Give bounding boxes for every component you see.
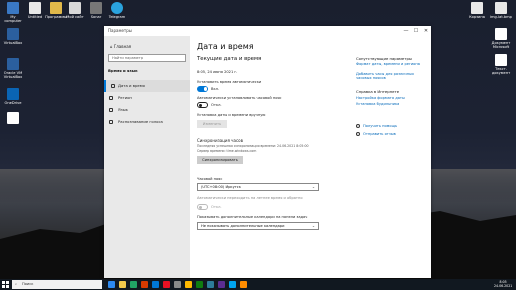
taskbar-app-icon[interactable]	[196, 281, 203, 288]
microphone-icon	[109, 120, 113, 124]
desktop-icon[interactable]: Oracle VM VirtualBox	[2, 58, 24, 79]
send-feedback-link[interactable]: Отправить отзыв	[363, 132, 396, 136]
auto-time-toggle[interactable]	[197, 86, 208, 92]
calendar-select[interactable]: Не показывать дополнительные календари ⌄	[197, 222, 319, 230]
minimize-button[interactable]: —	[401, 26, 411, 36]
desktop-icon[interactable]: Корзина	[466, 2, 488, 19]
dst-state: Откл.	[211, 205, 222, 209]
file-icon	[7, 112, 19, 124]
search-icon: ⌕	[15, 282, 18, 286]
taskbar-app-icon[interactable]	[108, 281, 115, 288]
auto-timezone-state: Откл.	[211, 103, 222, 107]
help-icon	[356, 124, 360, 128]
desktop-icon[interactable]: Telegram	[106, 2, 128, 19]
timezone-select[interactable]: (UTC+08:00) Иркутск ⌄	[197, 183, 319, 191]
taskbar-search-input[interactable]: ⌕ Поиск	[12, 280, 102, 289]
section-title: Текущие дата и время	[197, 56, 262, 62]
globe-icon	[109, 96, 113, 100]
taskbar-app-icon[interactable]	[141, 281, 148, 288]
file-icon	[69, 2, 81, 14]
auto-time-label: Установить время автоматически	[197, 80, 262, 84]
sync-now-button[interactable]: Синхронизировать	[197, 156, 243, 164]
auto-time-state: Вкл.	[211, 87, 220, 91]
related-link-format[interactable]: Формат даты, времени и региона	[356, 62, 420, 66]
calendar-label: Показывать дополнительные календари на п…	[197, 215, 308, 219]
desktop-icon[interactable]: My computer	[2, 2, 24, 23]
sync-info-server: Сервер времени: time.windows.com	[197, 149, 257, 153]
help-link-format[interactable]: Настройка формата даты	[356, 96, 405, 100]
close-button[interactable]: ✕	[421, 26, 431, 36]
get-help-link[interactable]: Получить помощь	[363, 124, 397, 128]
telegram-icon	[111, 2, 123, 14]
file-icon	[29, 2, 41, 14]
help-heading: Справка в Интернете	[356, 89, 400, 94]
sync-info-last: Последняя успешная синхронизация времени…	[197, 144, 309, 148]
taskbar-app-icon[interactable]	[163, 281, 170, 288]
sidebar-section-title: Время и язык	[108, 68, 138, 73]
change-datetime-button[interactable]: Изменить	[197, 120, 227, 128]
main-content: Дата и время Текущие дата и время 8:05, …	[190, 36, 431, 278]
current-datetime: 8:05, 24 июня 2021 г.	[197, 70, 238, 74]
timezone-label: Часовой пояс	[197, 177, 223, 181]
taskbar-app-icon[interactable]	[152, 281, 159, 288]
desktop-icon[interactable]: Текст. документ	[490, 54, 512, 75]
taskbar-app-icon[interactable]	[174, 281, 181, 288]
page-title: Дата и время	[197, 42, 254, 51]
desktop-icon[interactable]: Sonar	[85, 2, 107, 19]
title-bar: Параметры — ☐ ✕	[104, 26, 431, 36]
language-icon	[109, 108, 113, 112]
sidebar-item-region[interactable]: Регион	[104, 92, 190, 104]
taskbar-app-icon[interactable]	[218, 281, 225, 288]
virtualbox-icon	[7, 28, 19, 40]
sidebar-item-speech[interactable]: Распознавание голоса	[104, 116, 190, 128]
desktop-icon[interactable]: VirtualBox	[2, 28, 24, 45]
taskbar-app-icon[interactable]	[229, 281, 236, 288]
desktop-icon[interactable]: ОneDrive	[2, 88, 24, 105]
document-icon	[495, 28, 507, 40]
auto-timezone-toggle[interactable]	[197, 102, 208, 108]
recycle-bin-icon	[471, 2, 483, 14]
taskbar-app-icon[interactable]	[185, 281, 192, 288]
dst-toggle[interactable]	[197, 204, 208, 210]
chevron-down-icon: ⌄	[311, 224, 315, 228]
dst-label: Автоматически переходить на летнее время…	[197, 196, 303, 200]
settings-window: Параметры — ☐ ✕ ⌂ Главная Найти параметр…	[104, 26, 431, 278]
desktop-icon[interactable]: Мой сайт	[64, 2, 86, 19]
window-title: Параметры	[108, 28, 132, 33]
feedback-icon	[356, 132, 360, 136]
related-settings-heading: Сопутствующие параметры	[356, 56, 412, 61]
folder-icon	[50, 2, 62, 14]
chevron-down-icon: ⌄	[311, 185, 315, 189]
taskbar-clock[interactable]: 8:05 24.06.2021	[494, 280, 512, 288]
desktop-icon[interactable]: img-lat.bmp	[490, 2, 512, 19]
taskbar-app-icon[interactable]	[130, 281, 137, 288]
app-icon	[90, 2, 102, 14]
taskbar-app-icon[interactable]	[119, 281, 126, 288]
sidebar-item-language[interactable]: Язык	[104, 104, 190, 116]
manual-datetime-label: Установка даты и времени вручную	[197, 113, 266, 117]
search-input[interactable]: Найти параметр	[108, 54, 186, 62]
image-file-icon	[495, 2, 507, 14]
virtualbox-icon	[7, 58, 19, 70]
sidebar-item-date-time[interactable]: Дата и время	[104, 80, 190, 92]
sidebar-home[interactable]: ⌂ Главная	[110, 44, 131, 49]
auto-timezone-label: Автоматически устанавливать часовой пояс	[197, 96, 282, 100]
maximize-button[interactable]: ☐	[411, 26, 421, 36]
taskbar: ⌕ Поиск 8:05 24.06.2021	[0, 279, 516, 290]
help-link-alarm[interactable]: Установка будильника	[356, 102, 399, 106]
desktop-icon[interactable]	[2, 112, 24, 125]
desktop-icon[interactable]: Untitled	[24, 2, 46, 19]
sidebar: ⌂ Главная Найти параметр Время и язык Да…	[104, 36, 190, 278]
taskbar-app-icon[interactable]	[240, 281, 247, 288]
windows-start-button[interactable]	[2, 281, 9, 288]
desktop-icon[interactable]: Документ Microsoft	[490, 28, 512, 49]
clock-icon	[111, 84, 115, 88]
taskbar-app-icon[interactable]	[207, 281, 214, 288]
onedrive-icon	[7, 88, 19, 100]
computer-icon	[7, 2, 19, 14]
document-icon	[495, 54, 507, 66]
related-link-clocks[interactable]: Добавить часы для различных часовых пояс…	[356, 72, 430, 80]
sync-heading: Синхронизация часов	[197, 138, 243, 143]
